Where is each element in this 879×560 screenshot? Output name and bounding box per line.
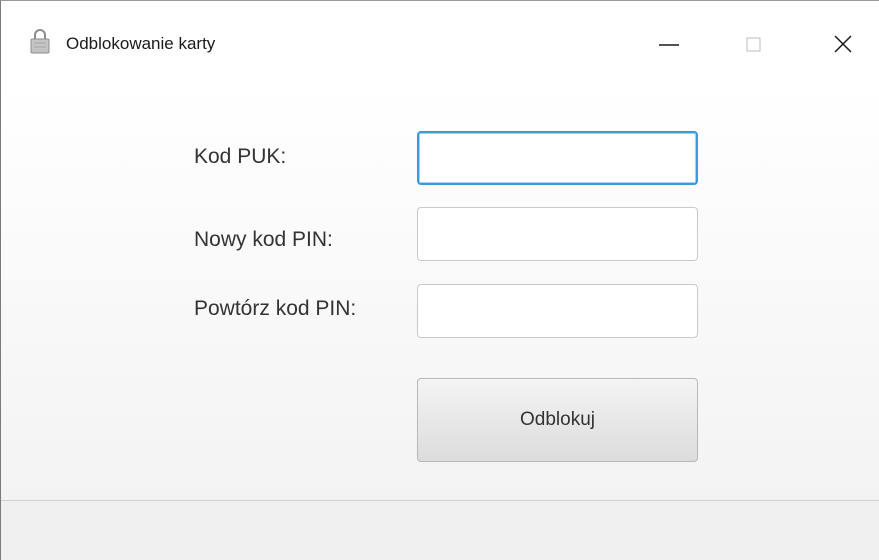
repeat-pin-label: Powtórz kod PIN: xyxy=(194,297,357,320)
lock-icon xyxy=(30,28,50,54)
close-icon xyxy=(834,35,852,53)
maximize-icon xyxy=(746,37,761,52)
unlock-button[interactable]: Odblokuj xyxy=(417,378,698,462)
new-pin-input[interactable] xyxy=(417,207,698,261)
puk-label: Kod PUK: xyxy=(194,145,287,168)
footer-area xyxy=(1,501,879,560)
title-bar[interactable]: Odblokowanie karty xyxy=(1,1,879,89)
unlock-card-window: Odblokowanie karty Kod PUK: Nowy kod PIN… xyxy=(0,0,879,560)
puk-input[interactable] xyxy=(417,131,698,185)
repeat-pin-input[interactable] xyxy=(417,284,698,338)
minimize-icon xyxy=(659,44,679,46)
new-pin-label: Nowy kod PIN: xyxy=(194,228,333,251)
unlock-button-label: Odblokuj xyxy=(520,409,595,430)
minimize-button[interactable] xyxy=(639,17,699,71)
close-button[interactable] xyxy=(813,17,873,71)
maximize-button[interactable] xyxy=(723,17,783,71)
window-title: Odblokowanie karty xyxy=(66,34,216,53)
